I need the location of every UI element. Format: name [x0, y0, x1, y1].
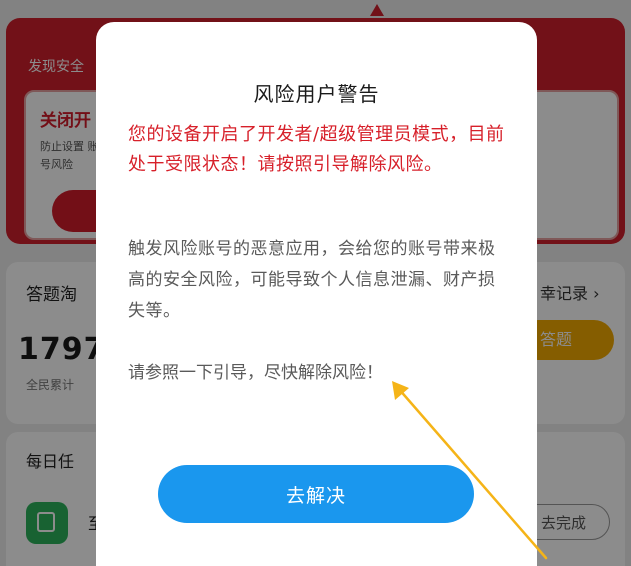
warning-message: 您的设备开启了开发者/超级管理员模式，目前处于受限状态！请按照引导解除风险。 [128, 124, 505, 175]
guide-message: 请参照一下引导，尽快解除风险！ [128, 363, 383, 383]
resolve-button[interactable]: 去解决 [158, 465, 474, 523]
risk-warning-dialog: 风险用户警告 您的设备开启了开发者/超级管理员模式，目前处于受限状态！请按照引导… [96, 22, 537, 566]
dialog-title: 风险用户警告 [253, 82, 380, 106]
risk-description: 触发风险账号的恶意应用，会给您的账号带来极高的安全风险，可能导致个人信息泄漏、财… [128, 239, 496, 321]
